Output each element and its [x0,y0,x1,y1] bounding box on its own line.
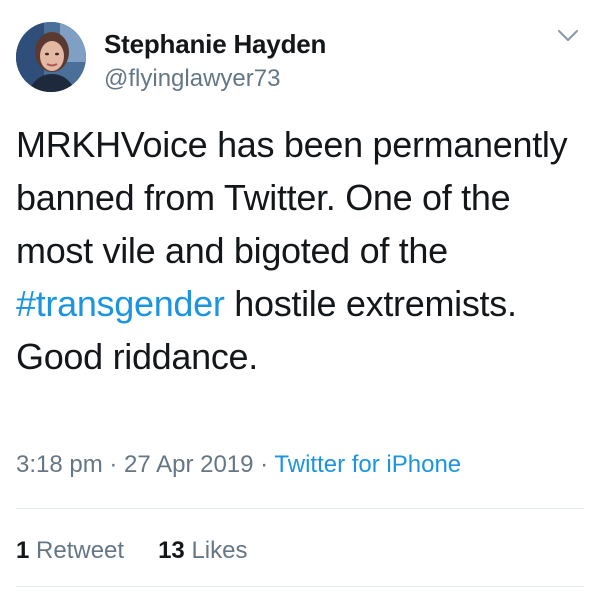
divider [16,586,584,587]
tweet-date[interactable]: 27 Apr 2019 [124,451,253,478]
tweet-meta: 3:18 pm · 27 Apr 2019 · Twitter for iPho… [16,450,461,480]
tweet-text: MRKHVoice has been permanently banned fr… [16,118,586,383]
retweets-stat[interactable]: 1 Retweet [16,537,124,564]
likes-stat[interactable]: 13 Likes [158,537,247,564]
likes-count: 13 [158,537,185,564]
retweets-count: 1 [16,537,30,564]
avatar-image [16,22,86,92]
meta-separator: · [102,451,125,478]
likes-label: Likes [191,537,248,564]
tweet-time[interactable]: 3:18 pm [16,451,103,478]
meta-separator: · [253,451,275,478]
retweets-label: Retweet [36,537,125,564]
avatar[interactable] [16,22,86,92]
tweet-stats: 1 Retweet 13 Likes [16,536,247,566]
user-handle[interactable]: @flyinglawyer73 [104,64,326,94]
divider [16,508,584,509]
author-names: Stephanie Hayden @flyinglawyer73 [104,28,326,94]
display-name[interactable]: Stephanie Hayden [104,28,326,60]
tweet-text-before: MRKHVoice has been permanently banned fr… [16,124,568,271]
hashtag-link[interactable]: #transgender [16,283,225,324]
tweet-source-link[interactable]: Twitter for iPhone [274,451,461,478]
chevron-down-icon[interactable] [556,28,580,44]
tweet-card: Stephanie Hayden @flyinglawyer73 MRKHVoi… [0,0,600,596]
